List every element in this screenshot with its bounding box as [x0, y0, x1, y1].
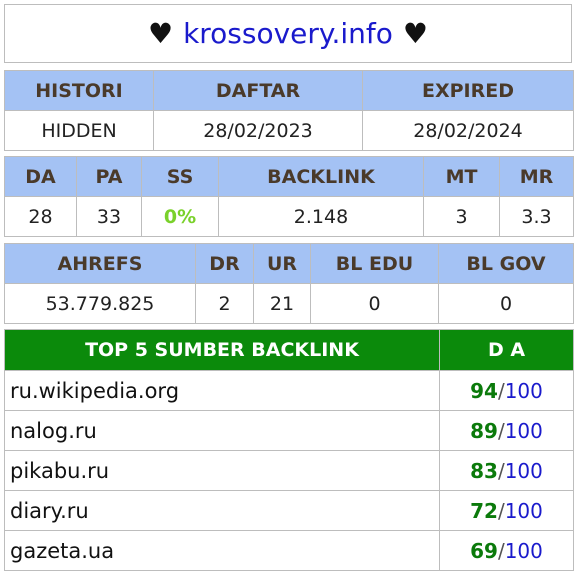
page: ♥ krossovery.info ♥ HISTORI DAFTAR EXPIR… [0, 0, 576, 576]
header-mr: MR [499, 156, 574, 197]
da-score: 83 [470, 458, 498, 483]
header-expired: EXPIRED [362, 70, 574, 111]
top-backlinks-table: TOP 5 SUMBER BACKLINK D A ru.wikipedia.o… [4, 329, 574, 571]
header-dr: DR [195, 243, 254, 284]
header-daftar: DAFTAR [153, 70, 363, 111]
da-max: 100 [504, 378, 543, 403]
backlink-domain[interactable]: pikabu.ru [4, 450, 440, 491]
header-mt: MT [423, 156, 500, 197]
backlink-da: 83/100 [439, 450, 574, 491]
da-separator: / [497, 538, 505, 563]
value-mr: 3.3 [499, 196, 574, 237]
da-separator: / [497, 378, 505, 403]
dates-value-row: HIDDEN 28/02/2023 28/02/2024 [4, 110, 574, 151]
value-ur: 21 [253, 283, 311, 324]
header-ss: SS [141, 156, 219, 197]
value-da: 28 [4, 196, 77, 237]
da-score: 94 [470, 378, 498, 403]
da-max: 100 [504, 458, 543, 483]
value-bl-gov: 0 [438, 283, 574, 324]
value-mt: 3 [423, 196, 500, 237]
ahrefs-table: AHREFS DR UR BL EDU BL GOV 53.779.825 2 … [4, 243, 574, 324]
value-pa: 33 [76, 196, 142, 237]
heart-icon-left: ♥ [147, 17, 174, 50]
heart-icon-right: ♥ [402, 17, 429, 50]
value-backlink: 2.148 [218, 196, 424, 237]
da-separator: / [497, 418, 505, 443]
da-max: 100 [504, 418, 543, 443]
backlink-domain[interactable]: ru.wikipedia.org [4, 370, 440, 411]
backlink-da: 69/100 [439, 530, 574, 571]
header-top-backlinks: TOP 5 SUMBER BACKLINK [4, 329, 440, 371]
table-row: ru.wikipedia.org 94/100 [4, 370, 574, 411]
header-pa: PA [76, 156, 142, 197]
da-score: 89 [470, 418, 498, 443]
da-max: 100 [504, 538, 543, 563]
backlink-da: 89/100 [439, 410, 574, 451]
metrics-value-row: 28 33 0% 2.148 3 3.3 [4, 196, 574, 237]
header-bl-edu: BL EDU [310, 243, 439, 284]
ahrefs-header-row: AHREFS DR UR BL EDU BL GOV [4, 243, 574, 284]
header-ahrefs: AHREFS [4, 243, 196, 284]
ahrefs-value-row: 53.779.825 2 21 0 0 [4, 283, 574, 324]
dates-header-row: HISTORI DAFTAR EXPIRED [4, 70, 574, 111]
table-row: pikabu.ru 83/100 [4, 450, 574, 491]
value-expired: 28/02/2024 [362, 110, 574, 151]
da-score: 69 [470, 538, 498, 563]
backlink-domain[interactable]: diary.ru [4, 490, 440, 531]
table-row: diary.ru 72/100 [4, 490, 574, 531]
da-max: 100 [504, 498, 543, 523]
value-ahrefs: 53.779.825 [4, 283, 196, 324]
da-separator: / [497, 498, 505, 523]
header-bl-gov: BL GOV [438, 243, 574, 284]
site-title-box: ♥ krossovery.info ♥ [4, 4, 572, 63]
site-name[interactable]: krossovery.info [183, 17, 393, 50]
metrics-header-row: DA PA SS BACKLINK MT MR [4, 156, 574, 197]
value-bl-edu: 0 [310, 283, 439, 324]
value-daftar: 28/02/2023 [153, 110, 363, 151]
value-histori: HIDDEN [4, 110, 154, 151]
value-ss: 0% [141, 196, 219, 237]
da-score: 72 [470, 498, 498, 523]
dates-table: HISTORI DAFTAR EXPIRED HIDDEN 28/02/2023… [4, 70, 574, 151]
header-da-score: D A [439, 329, 574, 371]
backlink-domain[interactable]: gazeta.ua [4, 530, 440, 571]
header-backlink: BACKLINK [218, 156, 424, 197]
metrics-table: DA PA SS BACKLINK MT MR 28 33 0% 2.148 3… [4, 156, 574, 237]
header-da: DA [4, 156, 77, 197]
table-row: gazeta.ua 69/100 [4, 530, 574, 571]
backlink-domain[interactable]: nalog.ru [4, 410, 440, 451]
value-dr: 2 [195, 283, 254, 324]
header-histori: HISTORI [4, 70, 154, 111]
da-separator: / [497, 458, 505, 483]
top-backlinks-header-row: TOP 5 SUMBER BACKLINK D A [4, 329, 574, 371]
backlink-da: 72/100 [439, 490, 574, 531]
header-ur: UR [253, 243, 311, 284]
backlink-da: 94/100 [439, 370, 574, 411]
table-row: nalog.ru 89/100 [4, 410, 574, 451]
